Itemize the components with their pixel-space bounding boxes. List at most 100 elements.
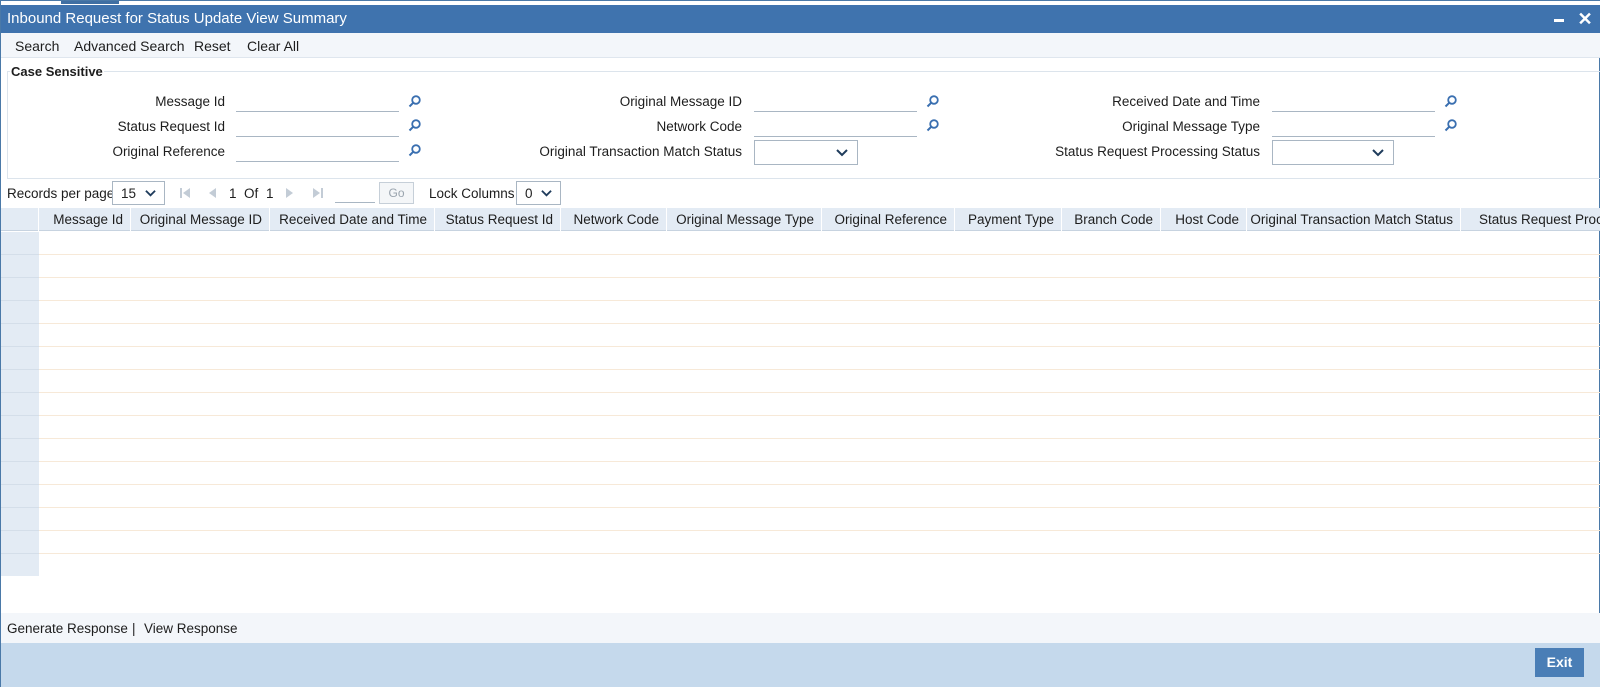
row-selector[interactable] bbox=[1, 416, 39, 439]
close-icon[interactable]: ✕ bbox=[1575, 5, 1595, 33]
go-button[interactable]: Go bbox=[379, 182, 414, 204]
clear-all-button[interactable]: Clear All bbox=[247, 38, 299, 54]
row-selector[interactable] bbox=[1, 347, 39, 370]
row-selector[interactable] bbox=[1, 301, 39, 324]
column-header[interactable]: Original Reference bbox=[822, 208, 955, 231]
column-header[interactable]: Original Transaction Match Status bbox=[1247, 208, 1461, 231]
row-selector[interactable] bbox=[1, 462, 39, 485]
pagination-bar: Records per page 15 1 Of 1 Go Lock Colum… bbox=[1, 181, 1600, 207]
table-row[interactable] bbox=[1, 531, 1600, 554]
view-response-link[interactable]: View Response bbox=[144, 621, 238, 636]
chevron-down-icon bbox=[541, 190, 552, 197]
case-sensitive-legend: Case Sensitive bbox=[10, 64, 104, 79]
table-row[interactable] bbox=[1, 485, 1600, 508]
generate-response-link[interactable]: Generate Response bbox=[7, 621, 128, 636]
results-grid: Message Id Original Message ID Received … bbox=[1, 208, 1600, 576]
row-selector[interactable] bbox=[1, 393, 39, 416]
network-code-label: Network Code bbox=[656, 119, 742, 134]
last-page-icon[interactable] bbox=[312, 187, 324, 199]
table-row[interactable] bbox=[1, 324, 1600, 347]
column-header[interactable]: Status Request Id bbox=[435, 208, 561, 231]
original-transaction-match-status-select[interactable] bbox=[754, 140, 858, 165]
current-page: 1 bbox=[229, 186, 237, 201]
column-header[interactable]: Network Code bbox=[561, 208, 667, 231]
chevron-down-icon bbox=[836, 149, 848, 157]
advanced-search-button[interactable]: Advanced Search bbox=[74, 38, 185, 54]
search-icon[interactable] bbox=[1444, 94, 1458, 108]
chevron-down-icon bbox=[1372, 149, 1384, 157]
table-row[interactable] bbox=[1, 554, 1600, 576]
search-button[interactable]: Search bbox=[15, 38, 59, 54]
minimize-icon[interactable] bbox=[1549, 5, 1569, 33]
table-row[interactable] bbox=[1, 278, 1600, 301]
column-header[interactable]: Payment Type bbox=[955, 208, 1062, 231]
table-row[interactable] bbox=[1, 462, 1600, 485]
original-message-type-input[interactable] bbox=[1272, 119, 1435, 137]
message-id-input[interactable] bbox=[236, 94, 399, 112]
received-date-time-input[interactable] bbox=[1272, 94, 1435, 112]
column-header[interactable]: Host Code bbox=[1161, 208, 1247, 231]
exit-button[interactable]: Exit bbox=[1535, 648, 1584, 677]
original-reference-input[interactable] bbox=[236, 144, 399, 162]
link-separator: | bbox=[132, 621, 136, 636]
message-id-label: Message Id bbox=[155, 94, 225, 109]
column-header[interactable]: Original Message Type bbox=[667, 208, 822, 231]
status-request-processing-status-label: Status Request Processing Status bbox=[1055, 144, 1260, 159]
total-pages: 1 bbox=[266, 186, 274, 201]
column-header[interactable]: Message Id bbox=[39, 208, 131, 231]
lock-columns-select[interactable]: 0 bbox=[516, 181, 561, 205]
original-message-type-label: Original Message Type bbox=[1122, 119, 1260, 134]
reset-button[interactable]: Reset bbox=[194, 38, 231, 54]
table-row[interactable] bbox=[1, 347, 1600, 370]
table-row[interactable] bbox=[1, 508, 1600, 531]
column-header[interactable]: Original Message ID bbox=[131, 208, 270, 231]
previous-page-icon[interactable] bbox=[206, 187, 218, 199]
row-selector[interactable] bbox=[1, 370, 39, 393]
table-row[interactable] bbox=[1, 393, 1600, 416]
footer-actions: Generate Response | View Response bbox=[1, 613, 1600, 643]
row-selector[interactable] bbox=[1, 324, 39, 347]
select-all-header[interactable] bbox=[1, 208, 39, 231]
go-to-page-input[interactable] bbox=[335, 183, 375, 203]
table-row[interactable] bbox=[1, 439, 1600, 462]
search-icon[interactable] bbox=[408, 118, 422, 132]
search-icon[interactable] bbox=[926, 118, 940, 132]
search-icon[interactable] bbox=[408, 94, 422, 108]
table-row[interactable] bbox=[1, 416, 1600, 439]
table-row[interactable] bbox=[1, 232, 1600, 255]
column-header[interactable]: Received Date and Time bbox=[270, 208, 435, 231]
status-request-id-label: Status Request Id bbox=[117, 119, 225, 134]
column-header[interactable]: Branch Code bbox=[1062, 208, 1161, 231]
footer-bar: Exit bbox=[1, 643, 1600, 687]
network-code-input[interactable] bbox=[754, 119, 917, 137]
status-request-processing-status-select[interactable] bbox=[1272, 140, 1394, 165]
original-message-id-label: Original Message ID bbox=[619, 94, 742, 109]
first-page-icon[interactable] bbox=[179, 187, 191, 199]
records-per-page-select[interactable]: 15 bbox=[112, 181, 165, 205]
lock-columns-value: 0 bbox=[525, 186, 533, 201]
row-selector[interactable] bbox=[1, 278, 39, 301]
title-bar: Inbound Request for Status Update View S… bbox=[1, 5, 1600, 33]
row-selector[interactable] bbox=[1, 255, 39, 278]
of-label: Of bbox=[244, 186, 259, 201]
table-row[interactable] bbox=[1, 301, 1600, 324]
table-row[interactable] bbox=[1, 255, 1600, 278]
row-selector[interactable] bbox=[1, 232, 39, 255]
search-icon[interactable] bbox=[1444, 118, 1458, 132]
row-selector[interactable] bbox=[1, 531, 39, 554]
original-message-id-input[interactable] bbox=[754, 94, 917, 112]
row-selector[interactable] bbox=[1, 485, 39, 508]
next-page-icon[interactable] bbox=[284, 187, 296, 199]
row-selector[interactable] bbox=[1, 554, 39, 576]
search-icon[interactable] bbox=[926, 94, 940, 108]
row-selector[interactable] bbox=[1, 439, 39, 462]
lock-columns-label: Lock Columns bbox=[429, 186, 515, 201]
original-transaction-match-status-label: Original Transaction Match Status bbox=[539, 144, 742, 159]
row-selector[interactable] bbox=[1, 508, 39, 531]
grid-header: Message Id Original Message ID Received … bbox=[1, 208, 1600, 231]
table-row[interactable] bbox=[1, 370, 1600, 393]
status-request-id-input[interactable] bbox=[236, 119, 399, 137]
search-icon[interactable] bbox=[408, 143, 422, 157]
column-header[interactable]: Status Request Proc bbox=[1461, 208, 1600, 231]
records-per-page-value: 15 bbox=[121, 186, 137, 201]
